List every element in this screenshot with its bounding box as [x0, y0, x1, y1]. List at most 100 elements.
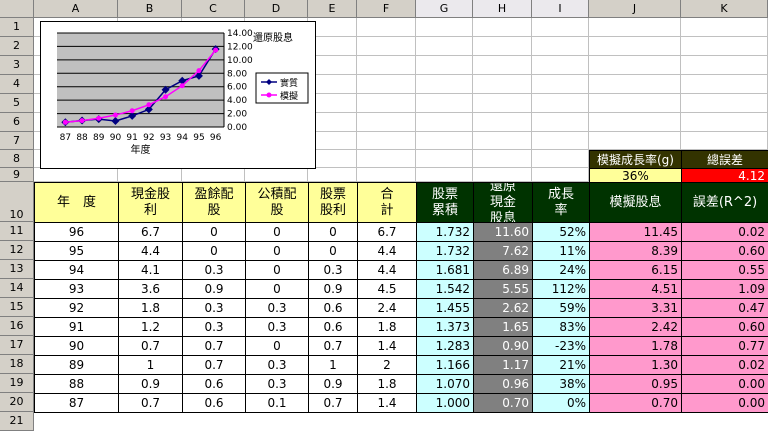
row-header-9[interactable]: 9 [0, 168, 34, 182]
cell-earnings-stock[interactable]: 0.6 [182, 374, 246, 394]
column-header-g[interactable]: G [416, 0, 473, 18]
header-restored-cash-dividend[interactable]: 還原現金股息 [473, 182, 533, 223]
cell-simulated-dividend[interactable]: 1.78 [589, 336, 682, 356]
cell-total[interactable]: 1.4 [357, 393, 417, 413]
row-header-3[interactable]: 3 [0, 56, 34, 75]
cell-stock-cumulative[interactable]: 1.070 [416, 374, 474, 394]
total-error-value[interactable]: 4.12 [681, 168, 768, 183]
cell-error-r2[interactable]: 0.02 [681, 222, 768, 242]
cell-simulated-dividend[interactable]: 3.31 [589, 298, 682, 318]
cell-earnings-stock[interactable]: 0.6 [182, 393, 246, 413]
cell-year[interactable]: 90 [34, 336, 119, 356]
column-header-c[interactable]: C [182, 0, 245, 18]
cell-stock-dividend[interactable]: 1 [308, 355, 358, 375]
cell-stock-dividend[interactable]: 0 [308, 241, 358, 261]
cell-cash-dividend[interactable]: 0.7 [118, 336, 183, 356]
cell-growth-rate[interactable]: 11% [532, 241, 590, 261]
cell-restored-cash-dividend[interactable]: 1.17 [473, 355, 533, 375]
cell-restored-cash-dividend[interactable]: 0.90 [473, 336, 533, 356]
row-header-16[interactable]: 16 [0, 317, 34, 336]
growth-rate-label[interactable]: 模擬成長率(g) [589, 150, 682, 169]
row-header-14[interactable]: 14 [0, 279, 34, 298]
cell-growth-rate[interactable]: 24% [532, 260, 590, 280]
cell-total[interactable]: 1.8 [357, 374, 417, 394]
cell-cash-dividend[interactable]: 3.6 [118, 279, 183, 299]
cell-total[interactable]: 6.7 [357, 222, 417, 242]
cell-cash-dividend[interactable]: 4.4 [118, 241, 183, 261]
cell-earnings-stock[interactable]: 0 [182, 241, 246, 261]
cell-total[interactable]: 1.8 [357, 317, 417, 337]
cell-stock-cumulative[interactable]: 1.455 [416, 298, 474, 318]
cell-simulated-dividend[interactable]: 4.51 [589, 279, 682, 299]
row-header-10[interactable]: 10 [0, 182, 34, 222]
cell-growth-rate[interactable]: 0% [532, 393, 590, 413]
cell-error-r2[interactable]: 0.02 [681, 355, 768, 375]
cell-growth-rate[interactable]: 59% [532, 298, 590, 318]
cell-restored-cash-dividend[interactable]: 0.96 [473, 374, 533, 394]
cell-stock-dividend[interactable]: 0.9 [308, 374, 358, 394]
cell-error-r2[interactable]: 0.00 [681, 374, 768, 394]
cell-growth-rate[interactable]: 112% [532, 279, 590, 299]
cell-total[interactable]: 2.4 [357, 298, 417, 318]
column-header-k[interactable]: K [681, 0, 768, 18]
row-header-8[interactable]: 8 [0, 150, 34, 168]
cell-capital-stock[interactable]: 0 [245, 260, 309, 280]
cell-year[interactable]: 91 [34, 317, 119, 337]
cell-error-r2[interactable]: 0.00 [681, 393, 768, 413]
cell-stock-cumulative[interactable]: 1.166 [416, 355, 474, 375]
cell-simulated-dividend[interactable]: 6.15 [589, 260, 682, 280]
cell-capital-stock[interactable]: 0 [245, 222, 309, 242]
cell-stock-cumulative[interactable]: 1.373 [416, 317, 474, 337]
row-header-19[interactable]: 19 [0, 374, 34, 393]
cell-simulated-dividend[interactable]: 0.95 [589, 374, 682, 394]
cell-total[interactable]: 2 [357, 355, 417, 375]
row-header-7[interactable]: 7 [0, 132, 34, 150]
cell-year[interactable]: 88 [34, 374, 119, 394]
row-header-18[interactable]: 18 [0, 355, 34, 374]
row-header-21[interactable]: 21 [0, 412, 34, 431]
cell-stock-cumulative[interactable]: 1.542 [416, 279, 474, 299]
cell-year[interactable]: 96 [34, 222, 119, 242]
column-header-d[interactable]: D [245, 0, 308, 18]
cell-capital-stock[interactable]: 0.3 [245, 374, 309, 394]
cell-stock-cumulative[interactable]: 1.283 [416, 336, 474, 356]
cell-restored-cash-dividend[interactable]: 7.62 [473, 241, 533, 261]
cell-year[interactable]: 95 [34, 241, 119, 261]
cell-growth-rate[interactable]: 83% [532, 317, 590, 337]
cell-capital-stock[interactable]: 0 [245, 241, 309, 261]
header-growth-rate[interactable]: 成長率 [532, 182, 590, 223]
cell-year[interactable]: 94 [34, 260, 119, 280]
cell-restored-cash-dividend[interactable]: 5.55 [473, 279, 533, 299]
cell-stock-dividend[interactable]: 0.3 [308, 260, 358, 280]
row-header-17[interactable]: 17 [0, 336, 34, 355]
row-header-13[interactable]: 13 [0, 260, 34, 279]
cell-cash-dividend[interactable]: 1 [118, 355, 183, 375]
cell-total[interactable]: 4.5 [357, 279, 417, 299]
select-all-corner[interactable] [0, 0, 34, 18]
cell-error-r2[interactable]: 0.77 [681, 336, 768, 356]
cell-stock-dividend[interactable]: 0.6 [308, 298, 358, 318]
cell-total[interactable]: 1.4 [357, 336, 417, 356]
row-header-2[interactable]: 2 [0, 37, 34, 56]
row-header-4[interactable]: 4 [0, 75, 34, 94]
cell-total[interactable]: 4.4 [357, 260, 417, 280]
cell-stock-dividend[interactable]: 0.7 [308, 393, 358, 413]
row-header-5[interactable]: 5 [0, 94, 34, 113]
cell-earnings-stock[interactable]: 0.7 [182, 336, 246, 356]
cell-error-r2[interactable]: 0.60 [681, 317, 768, 337]
cell-cash-dividend[interactable]: 4.1 [118, 260, 183, 280]
row-header-12[interactable]: 12 [0, 241, 34, 260]
header-cash-dividend[interactable]: 現金股利 [118, 182, 183, 223]
header-year[interactable]: 年 度 [34, 182, 119, 223]
cell-error-r2[interactable]: 0.47 [681, 298, 768, 318]
column-header-b[interactable]: B [118, 0, 182, 18]
row-header-15[interactable]: 15 [0, 298, 34, 317]
cell-cash-dividend[interactable]: 1.2 [118, 317, 183, 337]
cell-restored-cash-dividend[interactable]: 1.65 [473, 317, 533, 337]
cell-earnings-stock[interactable]: 0.7 [182, 355, 246, 375]
header-total[interactable]: 合 計 [357, 182, 417, 223]
cell-restored-cash-dividend[interactable]: 11.60 [473, 222, 533, 242]
column-header-f[interactable]: F [357, 0, 416, 18]
cell-capital-stock[interactable]: 0.1 [245, 393, 309, 413]
header-earnings-stock[interactable]: 盈餘配股 [182, 182, 246, 223]
